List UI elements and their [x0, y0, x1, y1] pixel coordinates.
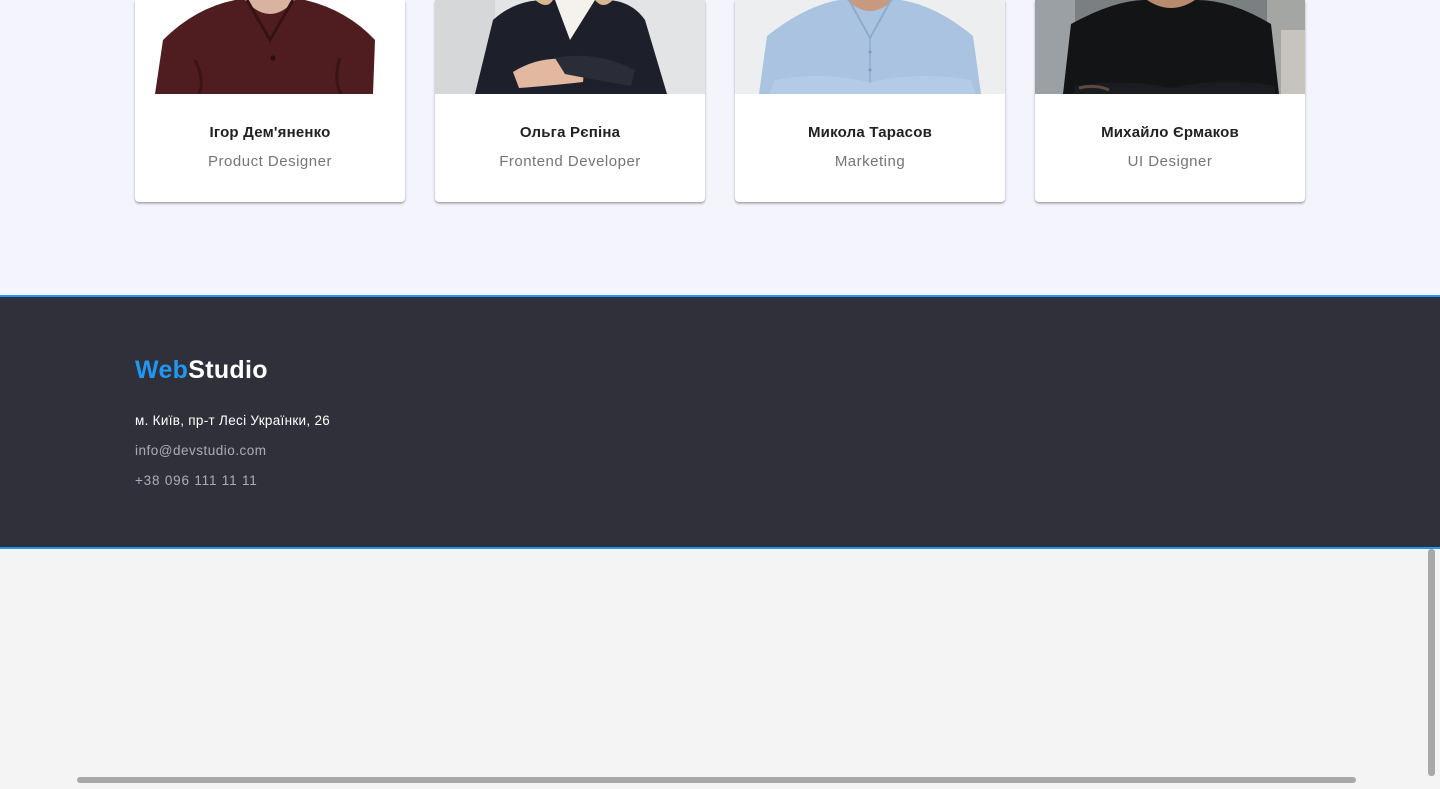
- logo-web-part: Web: [135, 356, 189, 384]
- logo-studio-part: Studio: [188, 356, 268, 384]
- team-member-name: Микола Тарасов: [807, 124, 933, 141]
- site-footer: WebStudio м. Київ, пр-т Лесі Українки, 2…: [0, 295, 1440, 549]
- team-member-role: Marketing: [834, 153, 906, 170]
- vertical-scrollbar[interactable]: [1428, 549, 1435, 776]
- footer-address: м. Київ, пр-т Лесі Українки, 26: [135, 413, 331, 428]
- team-member-role: Product Designer: [208, 153, 332, 170]
- team-member-name: Ігор Дем'яненко: [209, 124, 331, 141]
- team-member-role: UI Designer: [1127, 153, 1213, 170]
- team-member-photo: [435, 0, 705, 94]
- team-card: Ігор Дем'яненко Product Designer: [135, 0, 405, 202]
- footer-email-link[interactable]: info@devstudio.com: [135, 443, 267, 458]
- team-card: Ольга Рєпіна Frontend Developer: [435, 0, 705, 202]
- team-member-photo: [135, 0, 405, 94]
- team-member-photo: [735, 0, 1005, 94]
- footer-phone-link[interactable]: +38 096 111 11 11: [135, 473, 258, 488]
- team-member-role: Frontend Developer: [499, 153, 641, 170]
- footer-logo[interactable]: WebStudio: [135, 356, 268, 385]
- team-card: Микола Тарасов Marketing: [735, 0, 1005, 202]
- team-member-name: Ольга Рєпіна: [519, 124, 621, 141]
- team-card: Михайло Єрмаков UI Designer: [1035, 0, 1305, 202]
- horizontal-scrollbar[interactable]: [77, 777, 1356, 783]
- team-section: Ігор Дем'яненко Product Designer Ольга Р…: [0, 0, 1440, 295]
- team-member-name: Михайло Єрмаков: [1101, 124, 1239, 141]
- team-member-photo: [1035, 0, 1305, 94]
